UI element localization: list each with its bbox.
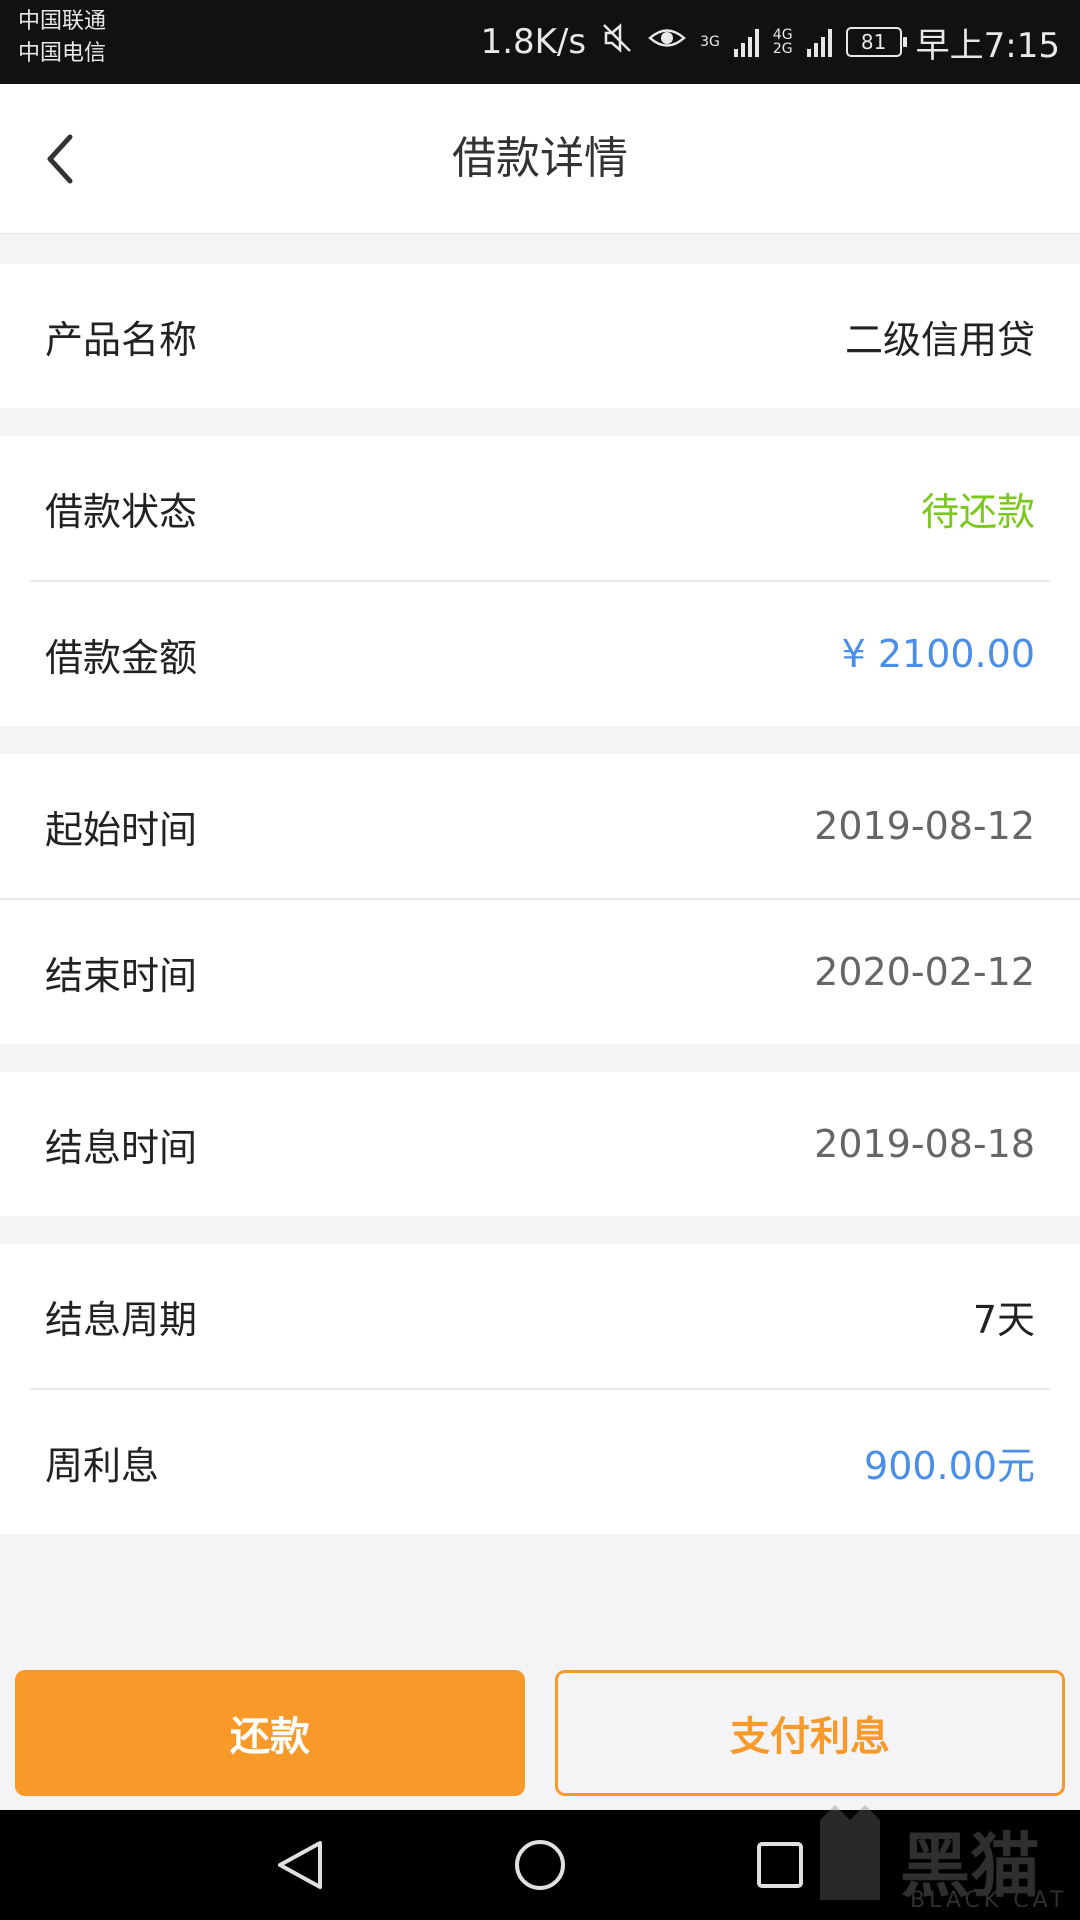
product-name-row: 产品名称 二级信用贷 — [0, 264, 1080, 408]
weekly-interest-label: 周利息 — [45, 1443, 160, 1488]
product-name-label: 产品名称 — [45, 317, 198, 362]
loan-amount-label: 借款金额 — [45, 635, 198, 680]
battery-icon: 81 — [845, 27, 907, 57]
settle-time-label: 结息时间 — [45, 1125, 198, 1170]
cat-logo-icon — [820, 1805, 880, 1900]
carrier-info: 中国联通 中国电信 — [18, 6, 106, 70]
settle-period-row: 结息周期 7天 — [0, 1244, 1080, 1388]
settle-time-value: 2019-08-18 — [814, 1122, 1035, 1166]
action-bar: 还款 支付利息 — [0, 1650, 1080, 1810]
eye-icon — [648, 22, 686, 62]
loan-status-label: 借款状态 — [45, 489, 198, 534]
circle-home-icon — [515, 1840, 565, 1890]
network-type-2: 4G 2G — [773, 28, 793, 56]
status-bar: 中国联通 中国电信 1.8K/s 3G 4G 2G 81 早上7:15 — [0, 0, 1080, 84]
signal-icon-2 — [806, 27, 832, 57]
nav-back-button[interactable] — [265, 1830, 335, 1900]
page-title: 借款详情 — [452, 133, 628, 184]
mute-icon — [600, 21, 634, 64]
network-type-1: 3G — [700, 35, 720, 49]
triangle-back-icon — [278, 1841, 322, 1889]
end-time-label: 结束时间 — [45, 953, 198, 998]
carrier-1: 中国联通 — [18, 9, 107, 34]
product-card: 产品名称 二级信用贷 — [0, 264, 1080, 408]
status-indicators: 1.8K/s 3G 4G 2G 81 早上7:15 — [481, 0, 1060, 84]
start-time-value: 2019-08-12 — [814, 804, 1035, 848]
start-time-label: 起始时间 — [45, 807, 198, 852]
nav-home-button[interactable] — [505, 1830, 575, 1900]
battery-level: 81 — [860, 30, 887, 54]
weekly-interest-value: 900.00元 — [864, 1443, 1035, 1488]
loan-amount-value: ¥ 2100.00 — [841, 632, 1035, 676]
start-time-row: 起始时间 2019-08-12 — [0, 754, 1080, 898]
black-cat-watermark: 黑猫 BLACK CAT — [800, 1800, 1080, 1920]
settlement-card: 结息时间 2019-08-18 — [0, 1072, 1080, 1216]
loan-amount-row: 借款金额 ¥ 2100.00 — [0, 582, 1080, 726]
loan-status-value: 待还款 — [920, 489, 1035, 534]
square-recents-icon — [757, 1842, 803, 1888]
end-time-value: 2020-02-12 — [814, 950, 1035, 994]
settle-period-label: 结息周期 — [45, 1297, 198, 1342]
loan-status-card: 借款状态 待还款 借款金额 ¥ 2100.00 — [0, 436, 1080, 726]
network-type-2a-label: 4G — [772, 27, 793, 43]
interest-card: 结息周期 7天 周利息 900.00元 — [0, 1244, 1080, 1534]
pay-interest-button[interactable]: 支付利息 — [555, 1670, 1065, 1796]
loan-period-card: 起始时间 2019-08-12 结束时间 2020-02-12 — [0, 754, 1080, 1044]
network-type-1-label: 3G — [700, 34, 720, 50]
clock: 早上7:15 — [915, 25, 1060, 66]
carrier-2: 中国电信 — [18, 41, 107, 66]
weekly-interest-row: 周利息 900.00元 — [0, 1390, 1080, 1534]
product-name-value: 二级信用贷 — [844, 317, 1035, 362]
settle-time-row: 结息时间 2019-08-18 — [0, 1072, 1080, 1216]
network-type-2b-label: 2G — [772, 41, 793, 57]
loan-status-row: 借款状态 待还款 — [0, 436, 1080, 580]
end-time-row: 结束时间 2020-02-12 — [0, 900, 1080, 1044]
settle-period-value: 7天 — [972, 1297, 1035, 1342]
nav-header: 借款详情 — [0, 84, 1080, 234]
repay-button[interactable]: 还款 — [15, 1670, 525, 1796]
watermark-subtext: BLACK CAT — [910, 1888, 1068, 1913]
signal-icon — [733, 27, 759, 57]
network-speed: 1.8K/s — [480, 22, 587, 62]
